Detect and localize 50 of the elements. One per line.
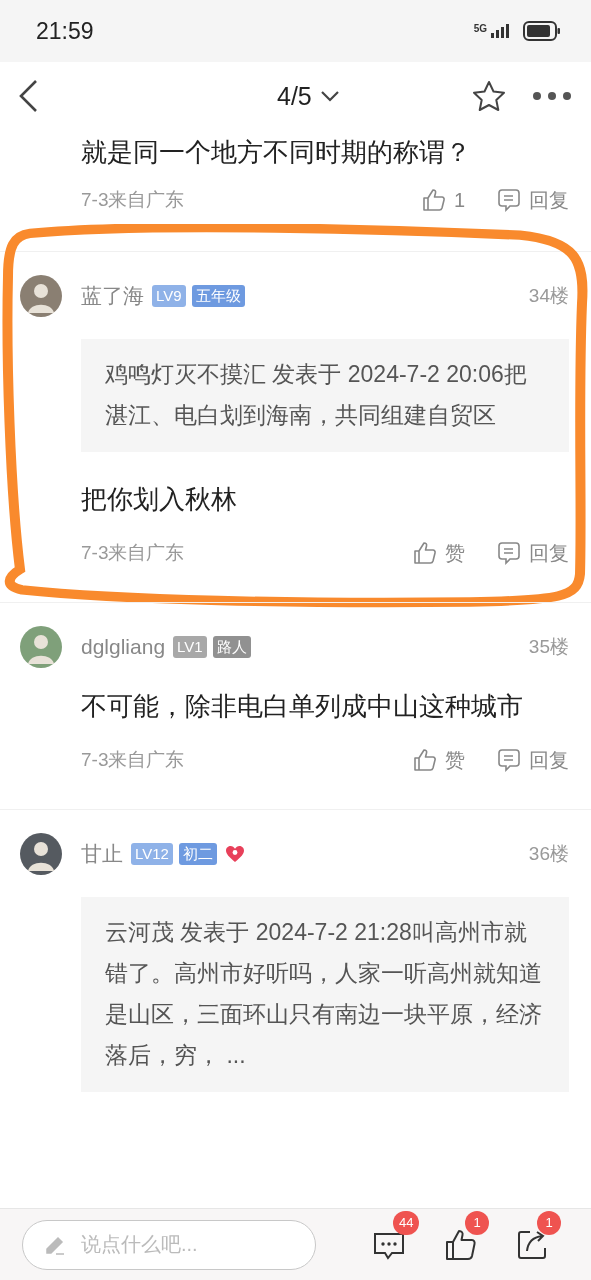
- avatar-icon[interactable]: [20, 275, 62, 317]
- floor-number: 36楼: [528, 842, 569, 866]
- level-badge: LV1: [173, 636, 207, 658]
- speech-bubble-icon: [497, 541, 521, 565]
- thumbs-up-icon: [444, 1227, 478, 1262]
- more-icon: [532, 91, 572, 101]
- level-badge: LV9: [152, 285, 186, 307]
- signal-icon: [491, 24, 511, 38]
- like-button[interactable]: 赞: [413, 746, 465, 774]
- quoted-post: 云河茂 发表于 2024-7-2 21:28叫高州市就错了。高州市好听吗，人家一听高州就知道是山区，三面环山只有南边一块平原，经济落后，穷， ...: [81, 897, 569, 1092]
- back-icon: [18, 79, 38, 113]
- comment-text: 不可能，除非电白单列成中山这种城市: [81, 690, 524, 723]
- star-icon: [472, 80, 506, 112]
- avatar-icon[interactable]: [20, 833, 62, 875]
- username[interactable]: 蓝了海: [81, 282, 144, 310]
- battery-icon: [523, 21, 561, 41]
- like-button[interactable]: 1: [421, 188, 465, 212]
- comment-input[interactable]: 说点什么吧...: [22, 1219, 316, 1270]
- count-badge: 1: [465, 1210, 489, 1235]
- caret-icon: [319, 90, 340, 102]
- grade-badge: 初二: [178, 843, 217, 865]
- avatar-icon[interactable]: [20, 626, 62, 668]
- comment-date: 7-3来自广东: [81, 748, 185, 772]
- quoted-post: 鸡鸣灯灭不摸汇 发表于 2024-7-2 20:06把湛江、电白划到海南，共同组建自贸区: [81, 339, 569, 452]
- speech-bubble-icon: [497, 748, 521, 772]
- username[interactable]: 甘止: [81, 840, 123, 868]
- reply-button[interactable]: 回复: [497, 186, 569, 214]
- reply-button[interactable]: 回复: [497, 746, 569, 774]
- comment-date: 7-3来自广东: [81, 188, 185, 212]
- floor-number: 34楼: [528, 284, 569, 308]
- like-button[interactable]: 赞: [413, 539, 465, 567]
- comment-date: 7-3来自广东: [81, 541, 185, 565]
- thumbs-up-icon: [413, 748, 437, 772]
- count-badge: 44: [393, 1210, 420, 1235]
- network-label: 5G: [473, 23, 487, 34]
- username[interactable]: dglgliang: [81, 635, 166, 659]
- comment-text: 把你划入秋林: [81, 483, 238, 516]
- grade-badge: 路人: [212, 636, 251, 658]
- comment-text: 就是同一个地方不同时期的称谓？: [81, 136, 472, 169]
- reply-button[interactable]: 回复: [497, 539, 569, 567]
- count-badge: 1: [537, 1210, 561, 1235]
- favorite-button[interactable]: [471, 78, 507, 114]
- status-time: 21:59: [36, 17, 94, 45]
- level-badge: LV12: [131, 843, 173, 865]
- page-selector[interactable]: 4/5: [277, 81, 340, 111]
- speech-bubble-icon: [497, 188, 521, 212]
- thumbs-up-icon: [421, 188, 446, 212]
- thumbs-up-icon: [413, 541, 437, 565]
- floor-number: 35楼: [528, 635, 569, 659]
- grade-badge: 五年级: [191, 285, 245, 307]
